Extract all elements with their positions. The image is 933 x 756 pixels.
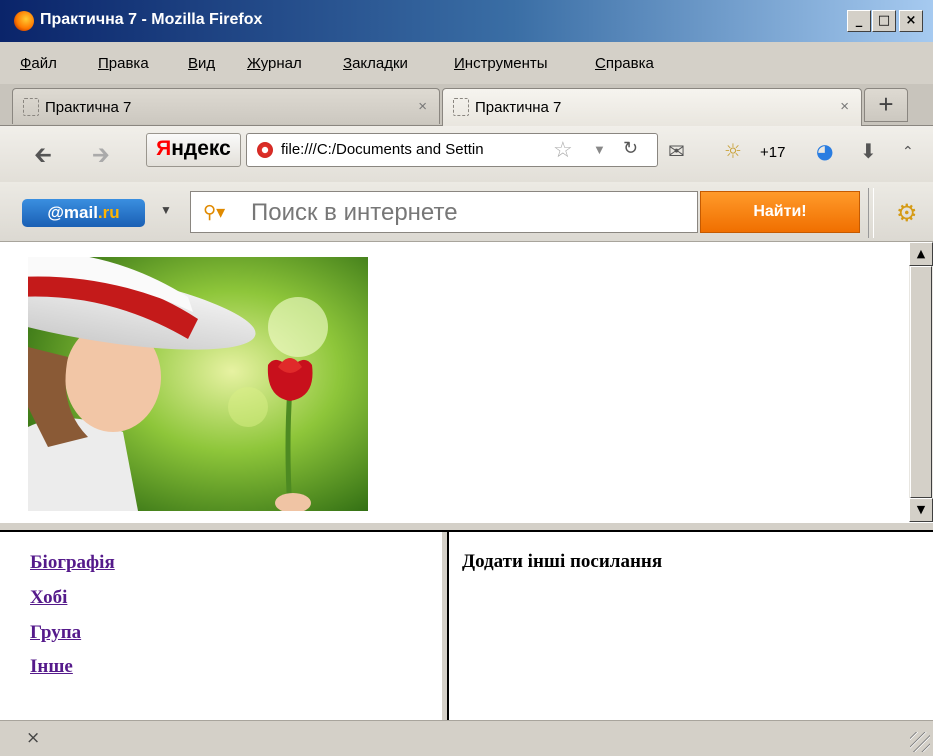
menu-view[interactable]: Вид [188, 55, 215, 72]
download-arrow-icon[interactable]: ⬇ [860, 139, 877, 163]
toolbar-separator [868, 188, 874, 238]
menu-history-label: урнал [260, 55, 302, 72]
close-addon-bar-icon[interactable]: × [26, 728, 40, 748]
firefox-logo-icon [14, 11, 34, 31]
menu-view-accel: В [188, 55, 199, 72]
menu-file-accel: Ф [20, 55, 32, 72]
menu-edit[interactable]: Правка [98, 55, 149, 72]
menu-edit-accel: П [98, 55, 109, 72]
menu-bookmarks[interactable]: Закладки [343, 55, 408, 72]
url-dropdown-icon[interactable]: ▼ [593, 142, 606, 157]
search-placeholder: Поиск в интернете [251, 199, 458, 226]
close-window-button[interactable]: × [899, 10, 923, 32]
menu-bookmarks-accel: З [343, 55, 353, 72]
scrollbar-thumb[interactable] [910, 266, 932, 498]
yandex-bar-icon[interactable]: ◕ [816, 139, 833, 163]
bookmark-star-icon[interactable]: ☆ [553, 137, 573, 163]
tab-label: Практична 7 [475, 99, 562, 116]
close-tab-icon[interactable]: × [840, 98, 849, 115]
tab-strip: Практична 7 × Практична 7 × [0, 84, 933, 126]
menu-view-label: ид [198, 55, 216, 72]
menu-tools[interactable]: Инструменты [454, 55, 548, 72]
url-bar[interactable]: file:///C:/Documents and Settin ☆ ▼ ↻ [246, 133, 658, 167]
left-frame: Біографія Хобі Група Інше [0, 532, 441, 720]
page-favicon-icon [257, 142, 273, 158]
menu-bookmarks-label: акладки [352, 55, 408, 72]
tab-practical-7-active[interactable]: Практична 7 × [442, 88, 862, 126]
forward-arrow-icon[interactable]: 🡲 [92, 138, 110, 176]
blank-page-icon [453, 98, 469, 116]
frame-divider-horizontal[interactable] [0, 522, 933, 532]
link-group[interactable]: Група [30, 622, 81, 644]
title-bar: Практична 7 - Mozilla Firefox _ □ × [0, 0, 933, 42]
mailru-logo-suffix: .ru [97, 203, 120, 222]
resize-grip-icon[interactable] [910, 732, 930, 752]
minimize-button[interactable]: _ [847, 10, 871, 32]
gear-icon[interactable]: ⚙ [896, 199, 918, 228]
blank-page-icon [23, 98, 39, 116]
menu-history[interactable]: Журнал [247, 55, 302, 72]
yandex-button[interactable]: Яндекс [146, 133, 241, 167]
yandex-logo-rest: ндекс [171, 137, 231, 160]
scroll-down-button[interactable]: ▼ [909, 498, 933, 522]
maximize-button[interactable]: □ [872, 10, 896, 32]
mailru-logo[interactable]: @mail.ru [22, 199, 145, 227]
search-button[interactable]: Найти! [700, 191, 860, 233]
photo-girl-with-tulip [28, 257, 368, 511]
link-biography[interactable]: Біографія [30, 552, 115, 574]
chevron-up-icon[interactable]: ⌃ [902, 144, 914, 160]
menu-edit-label: равка [108, 55, 149, 72]
right-frame-text: Додати інші посилання [462, 551, 663, 572]
menu-help-accel: С [595, 55, 606, 72]
menu-tools-accel: И [454, 55, 465, 72]
link-hobby[interactable]: Хобі [30, 587, 67, 609]
addon-bar [0, 720, 933, 756]
back-arrow-icon[interactable]: 🡰 [34, 138, 52, 176]
window-title: Практична 7 - Mozilla Firefox [40, 11, 263, 28]
mailru-logo-prefix: @mail [47, 203, 98, 222]
mail-icon[interactable]: ✉ [668, 139, 685, 163]
search-icon: ⚲▾ [203, 202, 226, 222]
menu-bar: Файл Правка Вид Журнал Закладки Инструме… [0, 42, 933, 84]
link-other[interactable]: Інше [30, 656, 73, 678]
mailru-dropdown-icon[interactable]: ▼ [160, 203, 172, 217]
menu-help[interactable]: Справка [595, 55, 654, 72]
url-text: file:///C:/Documents and Settin [281, 141, 484, 158]
scroll-up-button[interactable]: ▲ [909, 242, 933, 266]
yandex-logo-letter: Я [156, 137, 172, 160]
new-tab-button[interactable]: + [864, 88, 908, 122]
weather-icon[interactable]: ☼ [724, 139, 742, 163]
reload-icon[interactable]: ↻ [623, 138, 638, 159]
menu-file-label: айл [31, 55, 57, 72]
close-tab-icon[interactable]: × [418, 98, 427, 115]
tab-label: Практична 7 [45, 99, 132, 116]
weather-temperature: +17 [760, 144, 786, 161]
menu-history-accel: Ж [247, 55, 261, 72]
photo-image [28, 257, 368, 511]
frame-divider-vertical[interactable] [441, 532, 449, 720]
tab-practical-7-first[interactable]: Практична 7 × [12, 88, 440, 124]
search-input[interactable]: ⚲▾ Поиск в интернете [190, 191, 698, 233]
menu-file[interactable]: Файл [20, 55, 57, 72]
menu-help-label: правка [605, 55, 654, 72]
menu-tools-label: нструменты [464, 55, 548, 72]
